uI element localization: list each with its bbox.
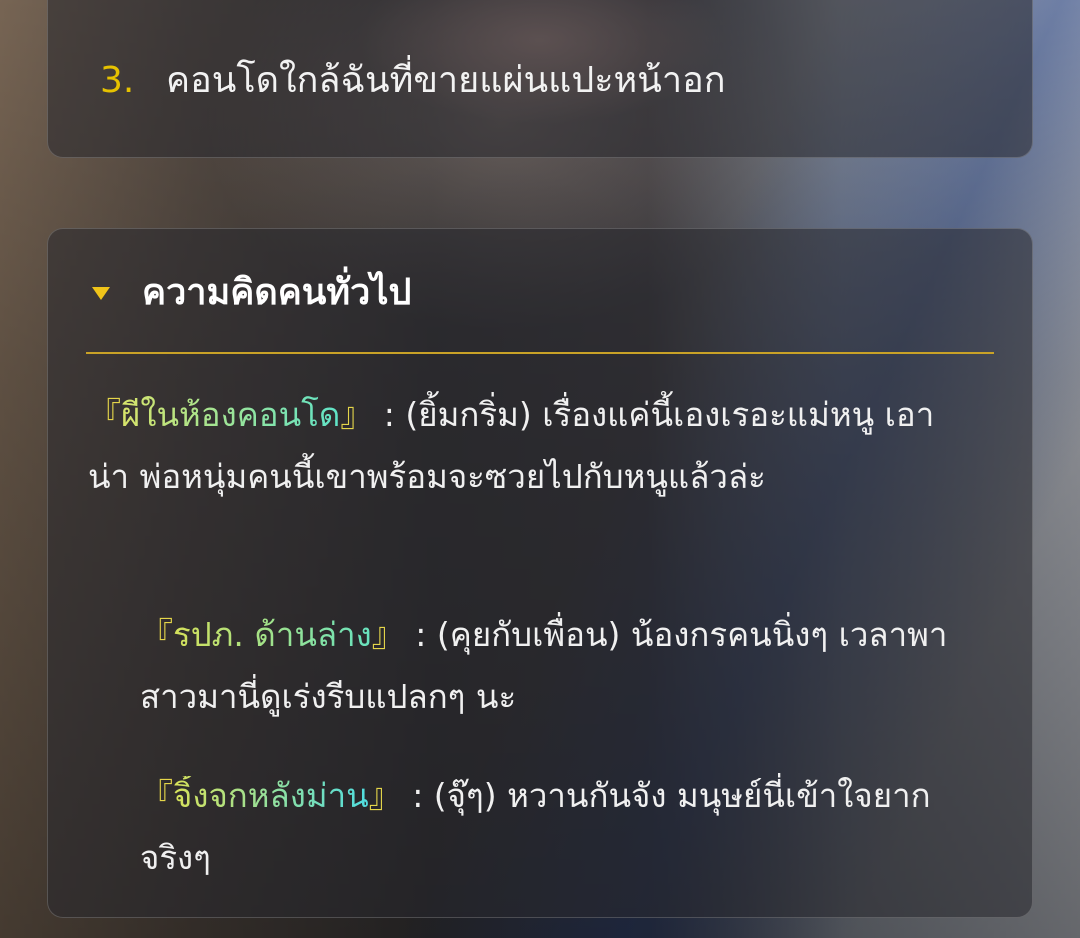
commenter-name: รปภ. ด้านล่าง (173, 615, 372, 654)
list-item-number: 3. (100, 60, 135, 101)
section-header-toggle[interactable]: ความคิดคนทั่วไป (92, 271, 411, 315)
name-close-bracket: 』 (340, 395, 374, 434)
commenter-name: จิ้งจกหลังม่าน (173, 776, 369, 815)
previous-list-card: 3. คอนโดใกล้ฉันที่ขายแผ่นแปะหน้าอก (47, 0, 1033, 158)
name-close-bracket: 』 (371, 615, 405, 654)
name-open-bracket: 『 (140, 615, 173, 654)
list-item-3: 3. คอนโดใกล้ฉันที่ขายแผ่นแปะหน้าอก (100, 59, 726, 103)
commenter-name: ผีในห้องคอนโด (121, 395, 341, 434)
list-item-text: คอนโดใกล้ฉันที่ขายแผ่นแปะหน้าอก (166, 60, 726, 101)
section-divider (86, 352, 994, 354)
section-title: ความคิดคนทั่วไป (142, 272, 412, 313)
name-close-bracket: 』 (368, 776, 402, 815)
caret-down-icon[interactable] (92, 286, 110, 300)
name-open-bracket: 『 (140, 776, 173, 815)
general-thoughts-card: ความคิดคนทั่วไป 『ผีในห้องคอนโด』 : (ยิ้มก… (47, 228, 1033, 918)
comment-item: 『รปภ. ด้านล่าง』 : (คุยกับเพื่อน) น้องกรค… (140, 604, 960, 728)
name-open-bracket: 『 (88, 395, 121, 434)
comment-item: 『ผีในห้องคอนโด』 : (ยิ้มกริ่ม) เรื่องแค่น… (88, 384, 968, 508)
comment-item: 『จิ้งจกหลังม่าน』 : (จุ๊ๆ) หวานกันจัง มนุ… (140, 765, 960, 889)
